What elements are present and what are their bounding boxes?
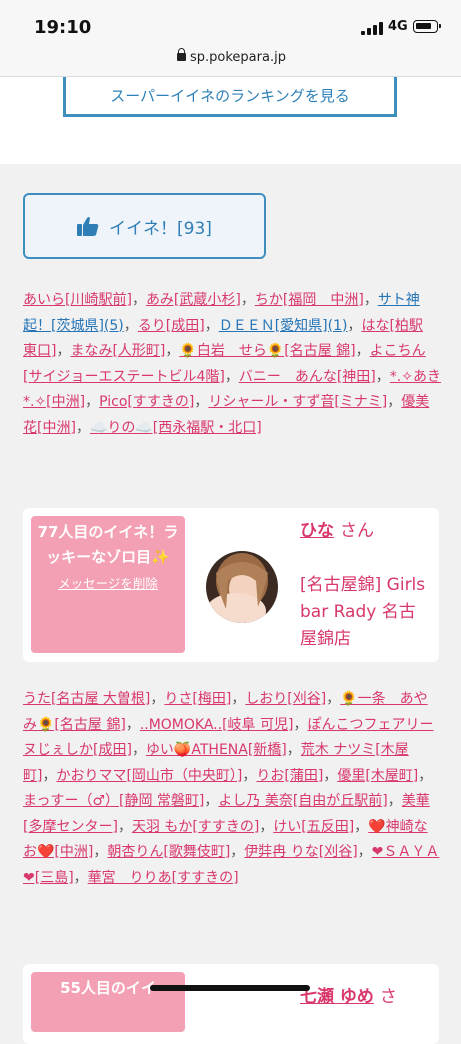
liker-link[interactable]: まっすー（♂）[静岡 常磐町] xyxy=(23,793,204,809)
separator: ， xyxy=(347,317,362,334)
signal-icon xyxy=(361,22,383,35)
separator: ， xyxy=(73,869,88,886)
status-bar: 19:10 4G xyxy=(0,0,461,44)
separator: ， xyxy=(165,343,180,359)
liker-list: あいら[川崎駅前]，あみ[武蔵小杉]，ちか[福岡 中洲]，サト神起！[茨城県](… xyxy=(23,288,441,441)
liker-link[interactable]: かおりママ[岡山市（中央町）] xyxy=(56,768,242,784)
liker-link[interactable]: ☁️りの☁️[西永福駅・北口] xyxy=(90,420,262,436)
home-indicator[interactable] xyxy=(150,985,310,991)
liker-link[interactable]: けい[五反田] xyxy=(273,819,354,835)
separator: ， xyxy=(131,292,146,308)
cast-name-link[interactable]: 七瀬 ゆめ xyxy=(300,987,374,1007)
separator: ， xyxy=(387,394,402,410)
separator: ， xyxy=(123,317,138,334)
separator: ， xyxy=(355,343,370,359)
separator: ， xyxy=(117,818,132,835)
card-name-line: ひな さん xyxy=(300,518,430,545)
separator: ， xyxy=(354,818,369,835)
honorific: さん xyxy=(340,521,374,541)
like-button[interactable]: イイネ！[93] xyxy=(23,193,266,259)
liker-link[interactable]: Pico[すすきの] xyxy=(99,394,194,410)
network-type: 4G xyxy=(388,19,408,34)
shop-name[interactable]: [名古屋錦] Girls bar Rady 名古屋錦店 xyxy=(300,572,430,653)
lucky-badge: 55人目のイイ xyxy=(31,972,185,1032)
liker-link[interactable]: りお[蒲田] xyxy=(256,768,323,784)
separator: ， xyxy=(286,742,301,758)
liker-link[interactable]: 優里[木屋町] xyxy=(337,768,418,784)
separator: ， xyxy=(231,691,246,707)
separator: ， xyxy=(230,844,245,860)
status-time: 19:10 xyxy=(34,17,92,38)
liker-link[interactable]: ゆい🍑ATHENA[新橋] xyxy=(146,742,287,758)
badge-text: 77人目のイイネ！ラッキーなゾロ目✨ xyxy=(37,523,179,566)
liker-link[interactable]: 🌻白岩 せら🌻[名古屋 錦] xyxy=(179,343,355,359)
battery-icon xyxy=(413,20,441,33)
liker-link[interactable]: るり[成田] xyxy=(138,318,205,334)
separator: ， xyxy=(204,317,219,334)
separator: ， xyxy=(293,716,308,733)
separator: ， xyxy=(323,767,338,784)
liker-link[interactable]: しおり[刈谷] xyxy=(245,691,326,707)
liker-card: 77人目のイイネ！ラッキーなゾロ目✨ メッセージを削除 ひな さん [名古屋錦] … xyxy=(23,508,439,662)
liker-link[interactable]: まなみ[人形町] xyxy=(70,343,165,359)
liker-link[interactable]: リシャール・すず音[ミナミ] xyxy=(208,394,387,410)
honorific: さ xyxy=(379,987,397,1007)
separator: ， xyxy=(125,716,140,733)
delete-message-link[interactable]: メッセージを削除 xyxy=(31,574,185,594)
separator: ， xyxy=(75,419,90,436)
liker-link[interactable]: りさ[梅田] xyxy=(164,691,231,707)
ranking-section: スーパーイイネのランキングを見る xyxy=(0,77,461,164)
separator: ， xyxy=(42,767,57,784)
liker-link[interactable]: ＤＥＥＮ[愛知県](1) xyxy=(219,318,348,334)
url-text: sp.pokepara.jp xyxy=(190,50,286,65)
liker-link[interactable]: よし乃 美奈[自由が丘駅前] xyxy=(218,793,387,809)
liker-link[interactable]: 天羽 もか[すすきの] xyxy=(132,819,259,835)
liker-link[interactable]: バニー あんな[神田] xyxy=(239,369,376,385)
liker-link[interactable]: あいら[川崎駅前] xyxy=(23,292,132,308)
lucky-badge: 77人目のイイネ！ラッキーなゾロ目✨ メッセージを削除 xyxy=(31,516,185,653)
liker-link[interactable]: 華宮 りりあ[すすきの] xyxy=(88,870,239,886)
card-name-line: 七瀬 ゆめさ xyxy=(300,984,430,1011)
cast-name-link[interactable]: ひな xyxy=(300,521,334,541)
separator: ， xyxy=(326,691,341,707)
liker-link[interactable]: ちか[福岡 中洲] xyxy=(255,292,364,308)
separator: ， xyxy=(259,818,274,835)
separator: ， xyxy=(375,368,390,385)
lock-icon xyxy=(177,48,186,61)
liker-link[interactable]: ..MOMOKA..[岐阜 可児] xyxy=(140,717,294,733)
separator: ， xyxy=(194,394,209,410)
like-button-label: イイネ！[93] xyxy=(109,218,212,239)
separator: ， xyxy=(150,691,165,707)
liker-card: 55人目のイイ 七瀬 ゆめさ xyxy=(23,964,439,1044)
separator: ， xyxy=(363,292,378,308)
separator: ， xyxy=(131,742,146,758)
avatar[interactable] xyxy=(206,551,278,623)
liker-link[interactable]: うた[名古屋 大曽根] xyxy=(23,691,150,707)
separator: ， xyxy=(357,844,372,860)
ranking-link-button[interactable]: スーパーイイネのランキングを見る xyxy=(63,77,397,117)
liker-link[interactable]: 朝杏りん[歌舞伎町] xyxy=(107,844,230,860)
thumbs-up-icon xyxy=(77,217,99,236)
browser-url-bar[interactable]: sp.pokepara.jp xyxy=(0,44,461,77)
separator: ， xyxy=(242,767,257,784)
separator: ， xyxy=(418,767,433,784)
separator: ， xyxy=(85,394,100,410)
separator: ， xyxy=(387,793,402,809)
liker-link[interactable]: 伊弉冉 りな[刈谷] xyxy=(244,844,357,860)
separator: ， xyxy=(224,368,239,385)
separator: ， xyxy=(56,343,71,359)
separator: ， xyxy=(93,844,108,860)
liker-list: うた[名古屋 大曽根]，りさ[梅田]，しおり[刈谷]，🌻一条 あやみ🌻[名古屋 … xyxy=(23,687,441,891)
separator: ， xyxy=(204,793,219,809)
liker-link[interactable]: あみ[武蔵小杉] xyxy=(146,292,241,308)
separator: ， xyxy=(240,292,255,308)
